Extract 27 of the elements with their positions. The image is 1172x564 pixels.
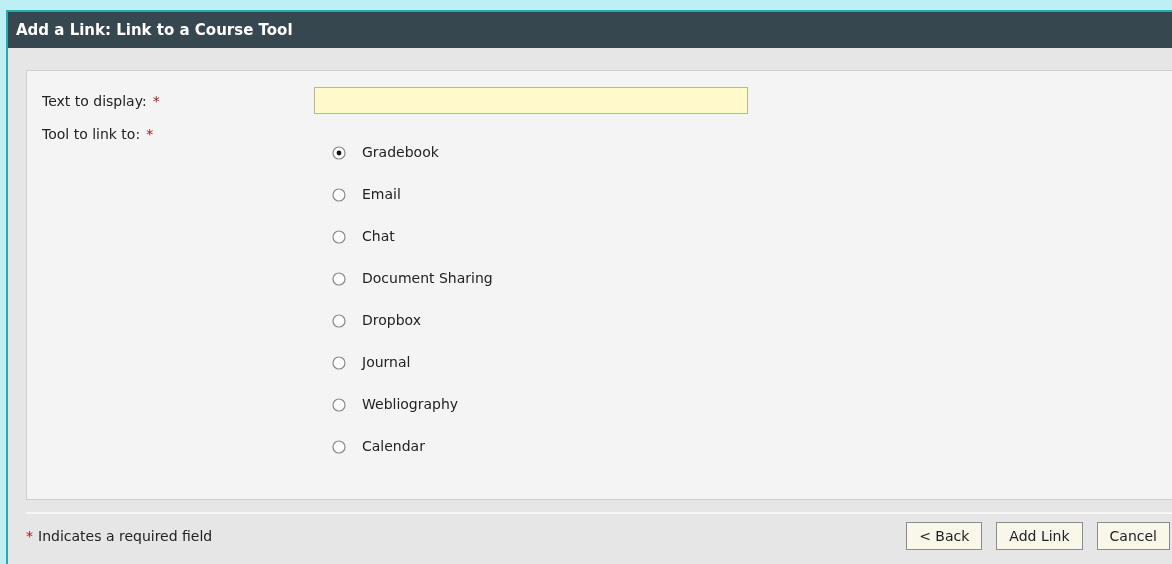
radio-option-label[interactable]: Calendar [362, 436, 425, 457]
radio-selected-icon[interactable] [332, 145, 346, 160]
field-label: Text to display: [42, 92, 147, 111]
field-label: Tool to link to: [42, 125, 141, 144]
radio-icon[interactable] [332, 355, 346, 370]
required-mark: * [26, 526, 33, 546]
radio-option-label[interactable]: Journal [362, 352, 411, 373]
radio-option-label[interactable]: Email [362, 184, 401, 205]
radio-icon[interactable] [332, 439, 346, 454]
radio-option-label[interactable]: Chat [362, 226, 395, 247]
radio-option-label[interactable]: Dropbox [362, 310, 421, 331]
radio-icon[interactable] [332, 313, 346, 328]
window-title: Add a Link: Link to a Course Tool [8, 12, 1172, 48]
radio-option-label[interactable]: Document Sharing [362, 268, 493, 289]
radio-option-label[interactable]: Gradebook [362, 142, 439, 163]
radio-icon[interactable] [332, 271, 346, 286]
radio-icon[interactable] [332, 229, 346, 244]
text-input-field[interactable] [314, 87, 748, 114]
dialog-button[interactable]: Cancel [1096, 522, 1170, 550]
required-mark: * [152, 92, 160, 111]
radio-icon[interactable] [332, 397, 346, 412]
required-note: Indicates a required field [38, 526, 213, 546]
radio-icon[interactable] [332, 187, 346, 202]
required-mark: * [146, 125, 154, 144]
radio-option-label[interactable]: Webliography [362, 394, 459, 415]
dialog-button[interactable]: < Back [906, 522, 983, 550]
dialog-button[interactable]: Add Link [996, 522, 1083, 550]
